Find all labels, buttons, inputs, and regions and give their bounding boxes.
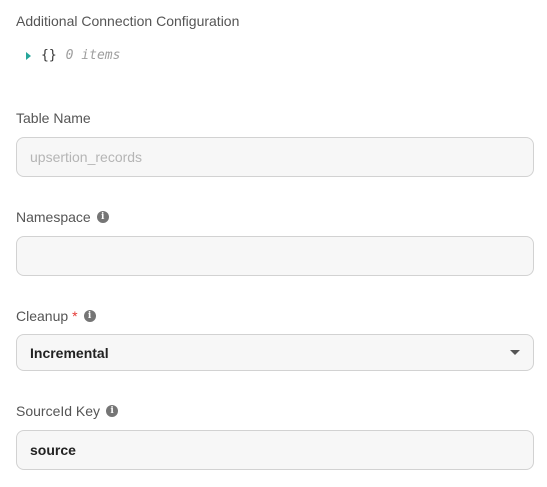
table-name-field[interactable] xyxy=(16,137,534,177)
info-icon[interactable]: i xyxy=(96,211,109,223)
json-braces: {} xyxy=(41,48,57,63)
namespace-label-text: Namespace xyxy=(16,209,91,225)
json-items-count: 0 items xyxy=(65,48,121,63)
chevron-down-icon[interactable] xyxy=(510,350,520,355)
table-name-label-text: Table Name xyxy=(16,110,91,126)
cleanup-label-text: Cleanup xyxy=(16,308,69,324)
additional-config-label: Additional Connection Configuration xyxy=(16,12,239,30)
json-object-viewer[interactable]: {} 0 items xyxy=(26,48,120,63)
info-icon[interactable]: i xyxy=(106,405,119,417)
namespace-input[interactable] xyxy=(30,248,520,264)
source-id-key-field[interactable] xyxy=(16,430,534,470)
expand-caret-icon[interactable] xyxy=(26,51,31,60)
cleanup-label: Cleanup * i xyxy=(16,307,96,325)
namespace-field[interactable] xyxy=(16,236,534,276)
required-asterisk: * xyxy=(72,308,78,324)
info-icon[interactable]: i xyxy=(83,310,96,322)
cleanup-select[interactable]: Incremental xyxy=(16,334,534,371)
table-name-input[interactable] xyxy=(30,149,520,165)
source-id-key-input[interactable] xyxy=(30,442,520,458)
additional-config-label-text: Additional Connection Configuration xyxy=(16,13,240,29)
source-id-key-label-text: SourceId Key xyxy=(16,403,101,419)
table-name-label: Table Name xyxy=(16,109,91,127)
cleanup-selected-value: Incremental xyxy=(30,344,109,361)
source-id-key-label: SourceId Key i xyxy=(16,402,119,420)
namespace-label: Namespace i xyxy=(16,208,109,226)
